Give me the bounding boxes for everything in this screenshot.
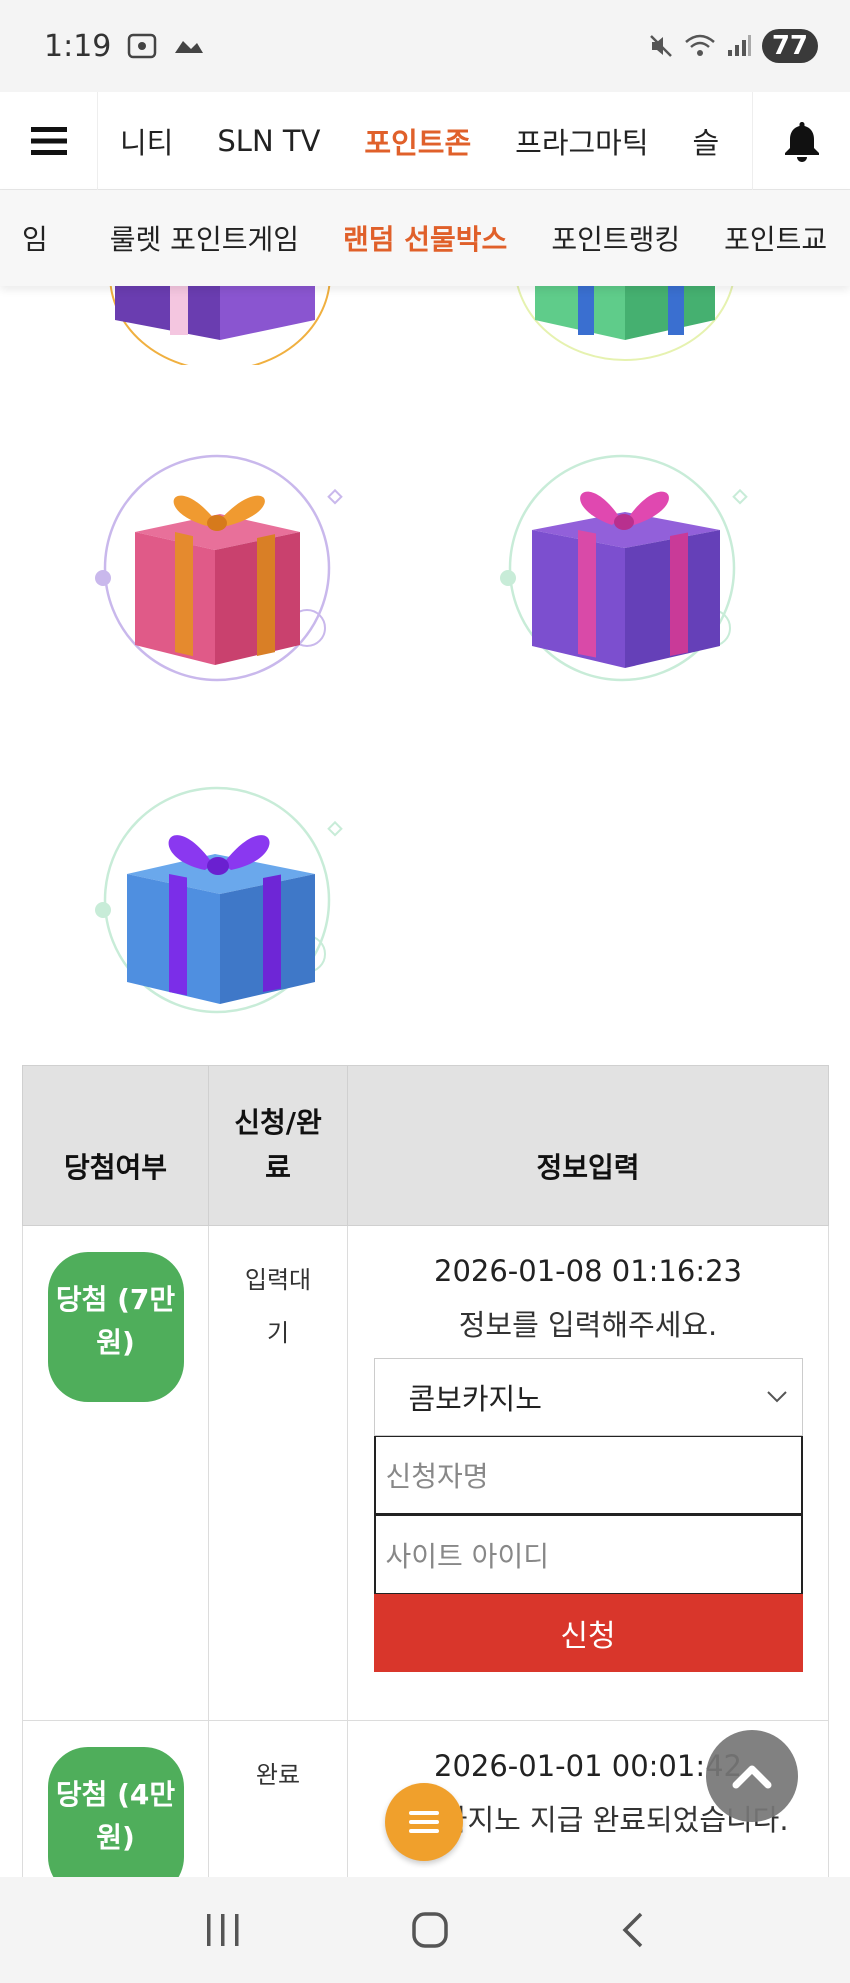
- menu-lines-icon: [409, 1811, 439, 1833]
- top-nav: 니티 SLN TV 포인트존 프라그마틱 슬: [0, 91, 850, 190]
- hamburger-icon: [30, 126, 67, 155]
- notification-button[interactable]: [752, 91, 850, 190]
- top-nav-tabs: 니티 SLN TV 포인트존 프라그마틱 슬: [98, 92, 752, 190]
- casino-select[interactable]: 콤보카지노: [373, 1358, 803, 1436]
- info-message: 정보를 입력해주세요.: [458, 1308, 718, 1342]
- wifi-icon: [684, 34, 715, 56]
- tab-slot[interactable]: 슬: [671, 120, 742, 162]
- info-form: 콤보카지노 신청자명 사이트 아이디 신청: [373, 1358, 803, 1672]
- tab-community[interactable]: 니티: [98, 120, 195, 162]
- site-id-input[interactable]: 사이트 아이디: [373, 1515, 803, 1594]
- app-notification-icon: [175, 41, 204, 53]
- status-time: 1:19: [44, 28, 112, 64]
- gift-box-blue[interactable]: [95, 782, 345, 1022]
- gift-box-pink[interactable]: [95, 450, 345, 690]
- table-header-row: 당첨여부 신청/완료 정보입력: [22, 1065, 829, 1226]
- gift-box-purple[interactable]: [500, 450, 750, 690]
- scroll-to-top-button[interactable]: [706, 1730, 798, 1822]
- subtab-random-gift-box[interactable]: 랜덤 선물박스: [321, 218, 529, 258]
- win-badge: 당첨 (7만원): [47, 1252, 184, 1402]
- header-apply: 신청/완료: [208, 1065, 348, 1226]
- floating-menu-button[interactable]: [385, 1783, 463, 1861]
- submit-button[interactable]: 신청: [373, 1594, 803, 1672]
- chevron-down-icon: [766, 1391, 787, 1403]
- subtab-point-ranking[interactable]: 포인트랭킹: [529, 218, 702, 258]
- sub-nav: 임 룰렛 포인트게임 랜덤 선물박스 포인트랭킹 포인트교: [0, 190, 850, 286]
- win-date: 2026-01-08 01:16:23: [434, 1254, 742, 1288]
- recent-apps-icon[interactable]: [203, 1912, 243, 1948]
- subtab-game[interactable]: 임: [0, 218, 88, 258]
- mute-icon: [649, 35, 672, 57]
- header-info: 정보입력: [347, 1065, 829, 1226]
- win-badge: 당첨 (4만원): [47, 1747, 184, 1897]
- tab-sln-tv[interactable]: SLN TV: [195, 124, 342, 158]
- screenshot-icon: [128, 33, 157, 59]
- apply-status: 입력대기: [244, 1266, 312, 1347]
- casino-select-value: 콤보카지노: [408, 1382, 542, 1416]
- applicant-name-input[interactable]: 신청자명: [373, 1436, 803, 1515]
- table-row: 당첨 (7만원) 입력대기 2026-01-08 01:16:23 정보를 입력…: [22, 1225, 829, 1721]
- hamburger-menu-button[interactable]: [0, 91, 98, 190]
- subtab-roulette-point-game[interactable]: 룰렛 포인트게임: [88, 218, 321, 258]
- header-result: 당첨여부: [22, 1065, 209, 1226]
- apply-status: 완료: [255, 1761, 301, 1789]
- bell-icon: [784, 121, 819, 162]
- system-nav-bar: [0, 1877, 850, 1983]
- signal-icon: [727, 35, 751, 56]
- tab-point-zone[interactable]: 포인트존: [342, 120, 493, 162]
- back-icon[interactable]: [617, 1910, 647, 1950]
- chevron-up-icon: [732, 1765, 772, 1789]
- home-icon[interactable]: [410, 1910, 450, 1950]
- status-bar: 1:19 77: [0, 0, 850, 92]
- tab-pragmatic[interactable]: 프라그마틱: [493, 120, 670, 162]
- battery-indicator: 77: [761, 29, 818, 63]
- subtab-point-exchange[interactable]: 포인트교: [702, 218, 849, 258]
